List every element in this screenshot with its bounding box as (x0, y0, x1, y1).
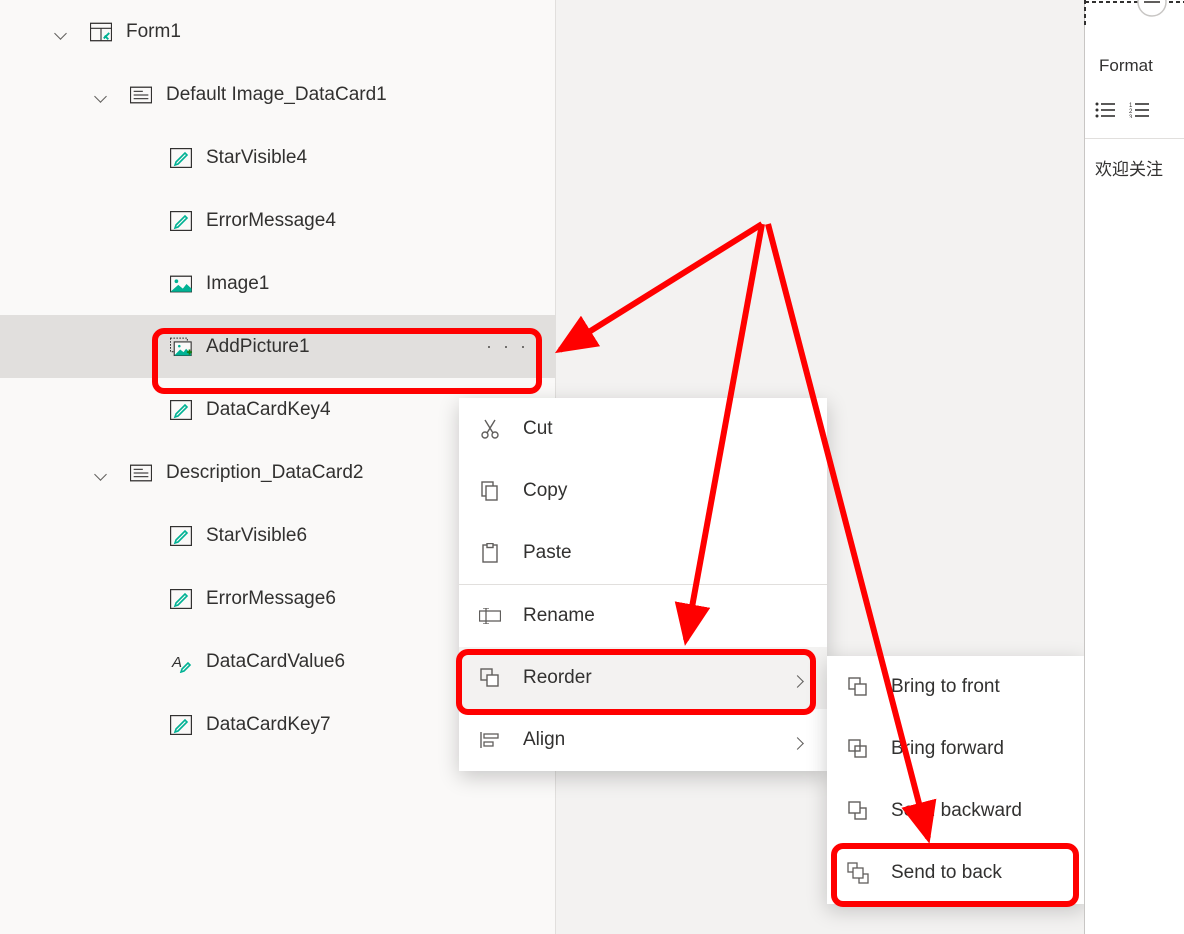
align-icon (479, 729, 501, 751)
bring-to-front-icon (847, 676, 869, 698)
tree-label: DataCardKey7 (206, 714, 331, 736)
tree-item-starvisible4[interactable]: StarVisible4 (0, 126, 555, 189)
chevron-down-icon[interactable] (96, 88, 110, 102)
dashed-left-border (1084, 0, 1086, 28)
tree-label: ErrorMessage4 (206, 210, 336, 232)
bring-forward-icon (847, 738, 869, 760)
menu-label: Send to back (891, 862, 1002, 884)
rename-icon (479, 605, 501, 627)
reorder-icon (479, 667, 501, 689)
svg-text:3: 3 (1129, 115, 1133, 118)
tree-label: Image1 (206, 273, 269, 295)
chevron-right-icon (793, 733, 807, 747)
label-edit-icon (170, 525, 192, 547)
tree-label: ErrorMessage6 (206, 588, 336, 610)
right-panel: Format 123 欢迎关注 (1084, 0, 1184, 934)
format-toolbar: 123 (1091, 96, 1153, 129)
send-to-back-icon (847, 862, 869, 884)
datacard-icon (130, 84, 152, 106)
tree-label: Default Image_DataCard1 (166, 84, 387, 106)
more-options-button[interactable]: · · · (486, 336, 529, 357)
menu-label: Copy (523, 480, 567, 502)
tree-item-addpicture1[interactable]: AddPicture1 · · · (0, 315, 555, 378)
menu-paste[interactable]: Paste (459, 522, 827, 584)
tree-label: DataCardValue6 (206, 651, 345, 673)
menu-label: Send backward (891, 800, 1022, 822)
reorder-submenu: Bring to front Bring forward Send backwa… (827, 656, 1085, 904)
numbered-list-icon[interactable]: 123 (1129, 102, 1149, 123)
label-edit-icon (170, 210, 192, 232)
tree-label: Description_DataCard2 (166, 462, 364, 484)
chevron-down-icon[interactable] (56, 25, 70, 39)
paste-icon (479, 542, 501, 564)
menu-label: Align (523, 729, 565, 751)
menu-label: Rename (523, 605, 595, 627)
menu-reorder[interactable]: Reorder (459, 647, 827, 709)
image-icon (170, 273, 192, 295)
tree-item-form1[interactable]: Form1 (0, 0, 555, 63)
copy-icon (479, 480, 501, 502)
tree-item-image1[interactable]: Image1 (0, 252, 555, 315)
context-menu: Cut Copy Paste Rename Reorder Align (459, 398, 827, 771)
menu-rename[interactable]: Rename (459, 585, 827, 647)
tab-label: Format (1099, 56, 1153, 75)
menu-label: Paste (523, 542, 572, 564)
label-edit-icon (170, 714, 192, 736)
label-edit-icon (170, 147, 192, 169)
send-backward-icon (847, 800, 869, 822)
menu-align[interactable]: Align (459, 709, 827, 771)
menu-label: Bring to front (891, 676, 1000, 698)
menu-send-to-back[interactable]: Send to back (827, 842, 1085, 904)
tree-item-errormessage4[interactable]: ErrorMessage4 (0, 189, 555, 252)
tree-label: AddPicture1 (206, 336, 310, 358)
menu-label: Cut (523, 418, 553, 440)
divider (1085, 138, 1184, 139)
tree-label: StarVisible6 (206, 525, 307, 547)
tree-item-datacard1[interactable]: Default Image_DataCard1 (0, 63, 555, 126)
chevron-right-icon (793, 671, 807, 685)
menu-bring-to-front[interactable]: Bring to front (827, 656, 1085, 718)
tree-label: DataCardKey4 (206, 399, 331, 421)
chevron-down-icon[interactable] (96, 466, 110, 480)
add-picture-icon (170, 336, 192, 358)
menu-cut[interactable]: Cut (459, 398, 827, 460)
menu-copy[interactable]: Copy (459, 460, 827, 522)
cut-icon (479, 418, 501, 440)
right-panel-body-text: 欢迎关注 (1095, 155, 1184, 180)
ribbon-handle-icon (1130, 0, 1174, 36)
menu-label: Bring forward (891, 738, 1004, 760)
bulleted-list-icon[interactable] (1095, 102, 1115, 123)
menu-bring-forward[interactable]: Bring forward (827, 718, 1085, 780)
text-input-icon: A (170, 651, 192, 673)
form-icon (90, 21, 112, 43)
label-edit-icon (170, 399, 192, 421)
tree-label: Form1 (126, 21, 181, 43)
label-edit-icon (170, 588, 192, 610)
datacard-icon (130, 462, 152, 484)
tab-format[interactable]: Format (1095, 50, 1184, 82)
tree-label: StarVisible4 (206, 147, 307, 169)
svg-text:A: A (171, 654, 182, 671)
menu-send-backward[interactable]: Send backward (827, 780, 1085, 842)
menu-label: Reorder (523, 667, 592, 689)
